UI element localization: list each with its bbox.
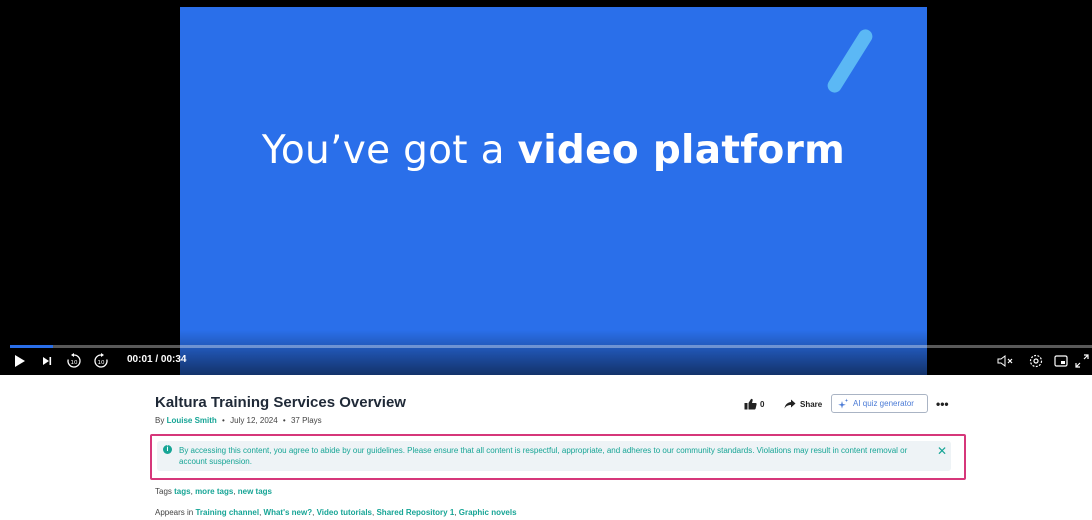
channel-link[interactable]: Graphic novels — [459, 508, 517, 517]
channel-link[interactable]: Shared Repository 1 — [376, 508, 454, 517]
channel-link[interactable]: Training channel — [195, 508, 259, 517]
author-link[interactable]: Louise Smith — [167, 416, 217, 425]
ai-quiz-generator-label: AI quiz generator — [853, 399, 914, 408]
appears-in-label: Appears in — [155, 508, 194, 517]
share-button[interactable]: Share — [784, 394, 822, 414]
entry-plays: 37 Plays — [290, 416, 322, 425]
channel-link[interactable]: What's new? — [264, 508, 313, 517]
video-player[interactable]: You’ve got a video platform 10 10 00:01 … — [0, 0, 1092, 375]
picture-in-picture-icon — [1054, 355, 1068, 367]
entry-title: Kaltura Training Services Overview — [155, 394, 406, 411]
time-display: 00:01 / 00:34 — [127, 354, 187, 365]
like-button[interactable]: 0 — [744, 394, 764, 414]
separator-comma: , — [233, 487, 236, 496]
mute-button[interactable] — [996, 350, 1016, 372]
scrubber[interactable] — [10, 345, 1092, 348]
separator-comma: , — [312, 508, 315, 517]
separator-dot: • — [282, 416, 286, 425]
channel-link[interactable]: Video tutorials — [317, 508, 372, 517]
separator-dot: • — [222, 416, 225, 425]
ai-quiz-generator-button[interactable]: AI quiz generator — [831, 394, 928, 413]
guidelines-notice: i By accessing this content, you agree t… — [157, 441, 951, 471]
rewind-10-icon: 10 — [67, 353, 81, 368]
appears-in-row: Appears in Training channel, What's new?… — [155, 508, 517, 517]
fullscreen-icon — [1075, 354, 1089, 368]
fullscreen-button[interactable] — [1074, 350, 1090, 372]
play-button[interactable] — [12, 350, 28, 372]
separator-comma: , — [372, 508, 375, 517]
settings-button[interactable] — [1026, 350, 1046, 372]
svg-text:10: 10 — [71, 360, 78, 366]
forward-10-button[interactable]: 10 — [91, 350, 111, 372]
by-prefix: By — [155, 416, 165, 425]
tags-label: Tags — [155, 487, 172, 496]
controls-bar — [0, 330, 1092, 375]
more-options-button[interactable]: ••• — [936, 394, 949, 414]
sparkle-icon — [838, 398, 849, 409]
video-frame[interactable] — [180, 7, 927, 375]
share-label: Share — [800, 399, 823, 409]
tags-row: Tags tags, more tags, new tags — [155, 487, 272, 496]
entry-date: July 12, 2024 — [230, 416, 278, 425]
svg-text:10: 10 — [98, 360, 105, 366]
forward-10-icon: 10 — [94, 353, 108, 368]
tag-link[interactable]: tags — [174, 487, 190, 496]
headline-bold: video platform — [517, 128, 846, 173]
like-count: 0 — [760, 399, 765, 409]
video-headline: You’ve got a video platform — [180, 128, 927, 173]
info-icon: i — [163, 445, 172, 454]
notice-text: By accessing this content, you agree to … — [179, 446, 908, 466]
close-icon[interactable]: ✕ — [937, 444, 947, 458]
separator-comma: , — [190, 487, 193, 496]
scrubber-progress — [10, 345, 54, 348]
rewind-10-button[interactable]: 10 — [64, 350, 84, 372]
tag-link[interactable]: new tags — [238, 487, 272, 496]
volume-mute-icon — [997, 355, 1013, 367]
separator-comma: , — [259, 508, 262, 517]
tag-link[interactable]: more tags — [195, 487, 233, 496]
headline-regular: You’ve got a — [261, 128, 505, 173]
skip-next-icon — [43, 357, 52, 365]
play-icon — [15, 355, 25, 367]
thumbs-up-icon — [744, 398, 757, 410]
share-icon — [784, 399, 796, 409]
gear-icon — [1029, 354, 1043, 368]
next-button[interactable] — [40, 350, 54, 372]
entry-meta: By Louise Smith • July 12, 2024 • 37 Pla… — [155, 416, 322, 425]
separator-comma: , — [454, 508, 457, 517]
pip-button[interactable] — [1052, 350, 1070, 372]
